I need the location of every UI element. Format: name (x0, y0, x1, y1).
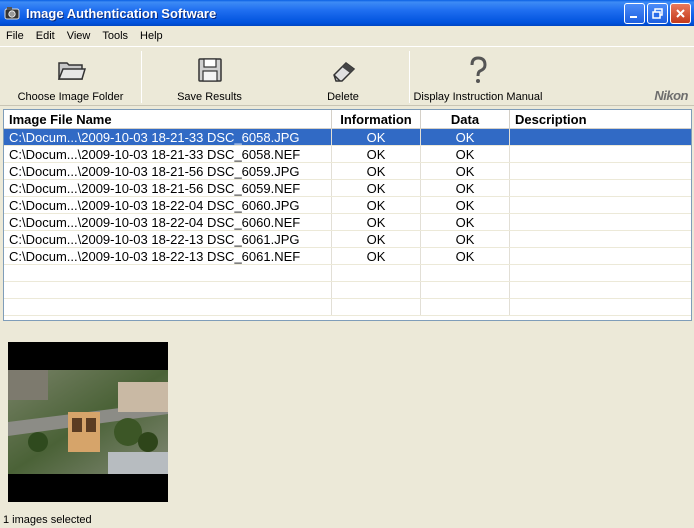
cell-information: OK (332, 180, 421, 196)
cell-file-name: C:\Docum...\2009-10-03 18-22-04 DSC_6060… (4, 214, 332, 230)
empty-row (4, 299, 691, 316)
cell-information: OK (332, 197, 421, 213)
cell-information: OK (332, 163, 421, 179)
folder-icon (57, 62, 86, 80)
status-text: 1 images selected (3, 514, 92, 526)
cell-data: OK (421, 146, 510, 162)
choose-folder-button[interactable]: Choose Image Folder (0, 47, 141, 105)
menu-tools[interactable]: Tools (96, 30, 134, 42)
save-results-button[interactable]: Save Results (142, 47, 277, 105)
column-header-information[interactable]: Information (332, 110, 421, 128)
cell-data: OK (421, 197, 510, 213)
table-row[interactable]: C:\Docum...\2009-10-03 18-21-56 DSC_6059… (4, 180, 691, 197)
cell-file-name: C:\Docum...\2009-10-03 18-21-33 DSC_6058… (4, 146, 332, 162)
preview-photo (8, 342, 168, 502)
cell-description (510, 231, 691, 247)
choose-folder-label: Choose Image Folder (17, 91, 124, 103)
nikon-logo: Nikon (654, 88, 688, 103)
window-title: Image Authentication Software (26, 5, 217, 21)
cell-file-name: C:\Docum...\2009-10-03 18-22-04 DSC_6060… (4, 197, 332, 213)
menu-file[interactable]: File (0, 30, 30, 42)
cell-description (510, 197, 691, 213)
cell-file-name: C:\Docum...\2009-10-03 18-22-13 DSC_6061… (4, 231, 332, 247)
table-row[interactable]: C:\Docum...\2009-10-03 18-22-04 DSC_6060… (4, 214, 691, 231)
cell-data: OK (421, 248, 510, 264)
delete-button[interactable]: Delete (277, 47, 409, 105)
image-preview[interactable] (8, 342, 168, 502)
eraser-icon (333, 62, 356, 82)
cell-data: OK (421, 163, 510, 179)
save-results-label: Save Results (177, 91, 242, 103)
minimize-icon (630, 16, 637, 18)
cell-information: OK (332, 129, 421, 145)
column-header-data[interactable]: Data (421, 110, 510, 128)
menu-edit[interactable]: Edit (30, 30, 61, 42)
toolbar: Choose Image Folder Save Results Delete … (0, 46, 694, 106)
menu-help[interactable]: Help (134, 30, 169, 42)
table-row[interactable]: C:\Docum...\2009-10-03 18-21-33 DSC_6058… (4, 146, 691, 163)
cell-description (510, 146, 691, 162)
close-icon (676, 9, 685, 18)
cell-data: OK (421, 129, 510, 145)
cell-data: OK (421, 180, 510, 196)
close-button[interactable] (670, 3, 691, 24)
cell-information: OK (332, 146, 421, 162)
cell-file-name: C:\Docum...\2009-10-03 18-21-56 DSC_6059… (4, 163, 332, 179)
menu-bar: File Edit View Tools Help (0, 26, 694, 45)
table-row[interactable]: C:\Docum...\2009-10-03 18-22-04 DSC_6060… (4, 197, 691, 214)
instruction-manual-button[interactable]: Display Instruction Manual (410, 47, 546, 105)
save-disk-icon (197, 58, 222, 82)
empty-row (4, 282, 691, 299)
table-row[interactable]: C:\Docum...\2009-10-03 18-21-33 DSC_6058… (4, 129, 691, 146)
results-table[interactable]: Image File Name Information Data Descrip… (3, 109, 692, 321)
cell-data: OK (421, 214, 510, 230)
question-mark-icon (470, 56, 487, 83)
cell-description (510, 163, 691, 179)
menu-view[interactable]: View (61, 30, 97, 42)
restore-button[interactable] (647, 3, 668, 24)
cell-file-name: C:\Docum...\2009-10-03 18-21-33 DSC_6058… (4, 129, 332, 145)
cell-data: OK (421, 231, 510, 247)
column-header-image-file-name[interactable]: Image File Name (4, 110, 332, 128)
table-row[interactable]: C:\Docum...\2009-10-03 18-21-56 DSC_6059… (4, 163, 691, 180)
cell-information: OK (332, 248, 421, 264)
table-header: Image File Name Information Data Descrip… (4, 110, 691, 129)
empty-row (4, 265, 691, 282)
cell-description (510, 248, 691, 264)
cell-file-name: C:\Docum...\2009-10-03 18-21-56 DSC_6059… (4, 180, 332, 196)
camera-app-icon (4, 7, 20, 20)
cell-information: OK (332, 231, 421, 247)
cell-description (510, 214, 691, 230)
column-header-description[interactable]: Description (510, 110, 691, 128)
cell-information: OK (332, 214, 421, 230)
table-row[interactable]: C:\Docum...\2009-10-03 18-22-13 DSC_6061… (4, 248, 691, 265)
delete-label: Delete (327, 91, 359, 103)
title-bar[interactable]: Image Authentication Software (0, 0, 694, 26)
table-row[interactable]: C:\Docum...\2009-10-03 18-22-13 DSC_6061… (4, 231, 691, 248)
cell-description (510, 129, 691, 145)
minimize-button[interactable] (624, 3, 645, 24)
restore-icon (652, 8, 663, 19)
cell-file-name: C:\Docum...\2009-10-03 18-22-13 DSC_6061… (4, 248, 332, 264)
instruction-manual-label: Display Instruction Manual (413, 91, 543, 103)
cell-description (510, 180, 691, 196)
